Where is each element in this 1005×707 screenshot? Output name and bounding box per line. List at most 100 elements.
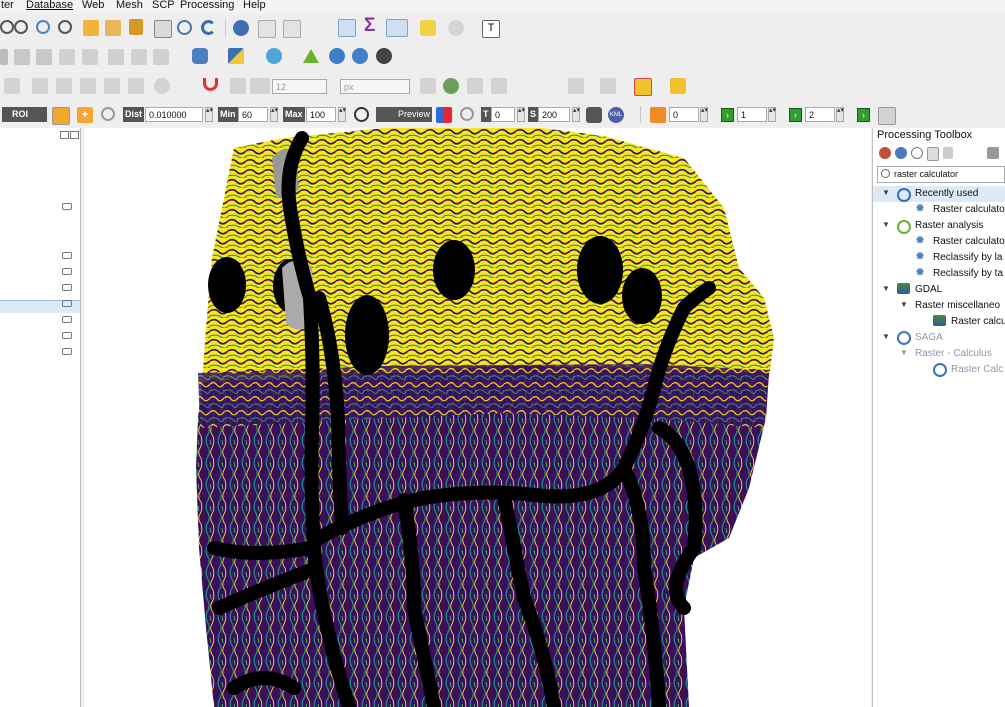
tree-item-raster-miscellaneous[interactable]: Raster miscellaneo bbox=[915, 298, 1000, 314]
zoom-full-icon[interactable] bbox=[58, 20, 72, 34]
band1-spinner[interactable]: ▴▾ bbox=[700, 107, 708, 122]
expand-arrow-icon[interactable]: ▼ bbox=[882, 188, 890, 197]
edit-icon[interactable] bbox=[0, 49, 8, 65]
attribute-table-icon[interactable] bbox=[258, 20, 276, 38]
sum-icon[interactable]: Σ bbox=[364, 15, 375, 37]
redo-icon[interactable] bbox=[153, 49, 169, 65]
move-label-icon[interactable] bbox=[80, 78, 96, 94]
rotate-label-icon[interactable] bbox=[104, 78, 120, 94]
tree-item-saga-raster-calculator[interactable]: Raster Calc bbox=[951, 362, 1003, 378]
measure-icon[interactable] bbox=[386, 19, 408, 37]
tree-item-raster-calculus[interactable]: Raster - Calculus bbox=[915, 346, 992, 362]
tolerance-unit-select[interactable]: px bbox=[340, 79, 410, 94]
s-input[interactable]: 200 bbox=[538, 107, 570, 122]
band3-toggle[interactable]: › bbox=[857, 108, 870, 122]
t-input[interactable]: 0 bbox=[491, 107, 515, 122]
avoid-overlap-icon[interactable] bbox=[491, 78, 507, 94]
preview-grid-icon[interactable] bbox=[436, 107, 452, 123]
paste-icon[interactable] bbox=[108, 49, 124, 65]
settings-dim-icon[interactable] bbox=[448, 20, 464, 36]
feature-color-icon[interactable] bbox=[634, 78, 652, 96]
expand-arrow-icon[interactable]: ▼ bbox=[882, 332, 890, 341]
processing-gear-icon[interactable] bbox=[338, 19, 356, 37]
layer-toggle-7[interactable] bbox=[62, 332, 72, 339]
band1-toggle[interactable]: › bbox=[721, 108, 734, 122]
options-icon[interactable] bbox=[987, 147, 999, 159]
roi-add-icon[interactable]: + bbox=[77, 107, 93, 123]
band2-spinner[interactable]: ▴▾ bbox=[768, 107, 776, 122]
plugin-icon[interactable] bbox=[266, 48, 282, 64]
expand-arrow-icon[interactable]: ▼ bbox=[882, 284, 890, 293]
history-icon[interactable] bbox=[911, 147, 923, 159]
dist-spinner[interactable]: ▴▾ bbox=[205, 107, 213, 122]
menu-mesh[interactable]: Mesh bbox=[116, 0, 143, 11]
layer-toggle-6[interactable] bbox=[62, 316, 72, 323]
delete-icon[interactable] bbox=[36, 49, 52, 65]
tree-item-gdal[interactable]: GDAL bbox=[915, 282, 942, 298]
expand-arrow-icon[interactable]: ▼ bbox=[900, 348, 908, 357]
layer-toggle-3[interactable] bbox=[62, 268, 72, 275]
rotate-icon[interactable] bbox=[154, 78, 170, 94]
menu-database[interactable]: Database bbox=[26, 0, 73, 11]
pin-labels-icon[interactable] bbox=[32, 78, 48, 94]
refresh-icon[interactable] bbox=[201, 20, 216, 35]
preview-redo-icon[interactable] bbox=[460, 107, 474, 121]
edit-features-icon[interactable] bbox=[943, 147, 953, 159]
roi-button[interactable]: ROI bbox=[2, 107, 47, 122]
zoom-preview-icon[interactable] bbox=[354, 107, 369, 122]
tolerance-size-input[interactable]: 12 bbox=[272, 79, 327, 94]
roi-redo-icon[interactable] bbox=[101, 107, 115, 121]
models-icon[interactable] bbox=[879, 147, 891, 159]
zoom-selection-icon[interactable] bbox=[105, 20, 121, 36]
shape-digitize-icon[interactable] bbox=[568, 78, 584, 94]
band3-spinner[interactable]: ▴▾ bbox=[836, 107, 844, 122]
menu-raster[interactable]: ter bbox=[1, 0, 14, 11]
t-spinner[interactable]: ▴▾ bbox=[517, 107, 525, 122]
zoom-in-icon[interactable] bbox=[0, 20, 14, 34]
tree-item-raster-analysis[interactable]: Raster analysis bbox=[915, 218, 983, 234]
dist-input[interactable]: 0.010000 bbox=[145, 107, 203, 122]
zoom-layer-icon[interactable] bbox=[83, 20, 99, 36]
kml-icon[interactable]: KML bbox=[608, 107, 624, 123]
zoom-out-icon[interactable] bbox=[14, 20, 28, 34]
intersection-icon[interactable] bbox=[467, 78, 483, 94]
roi-create-icon[interactable] bbox=[52, 107, 70, 125]
python-icon[interactable] bbox=[228, 48, 244, 64]
layer-toggle-8[interactable] bbox=[62, 348, 72, 355]
band-set-icon[interactable] bbox=[650, 107, 666, 123]
temporal-icon[interactable] bbox=[177, 20, 192, 35]
tree-item-reclassify-table[interactable]: Reclassify by ta bbox=[933, 266, 1003, 282]
layer-toggle-5[interactable] bbox=[62, 300, 72, 307]
min-input[interactable]: 60 bbox=[238, 107, 268, 122]
tree-item-gdal-raster-calculator[interactable]: Raster calcu bbox=[951, 314, 1005, 330]
database-icon[interactable] bbox=[192, 48, 208, 64]
menu-web[interactable]: Web bbox=[82, 0, 104, 11]
band2-input[interactable]: 1 bbox=[737, 107, 767, 122]
snapping-icon[interactable] bbox=[230, 78, 246, 94]
tolerance-icon[interactable] bbox=[250, 78, 270, 94]
database-trash-icon[interactable] bbox=[586, 107, 602, 123]
band-table-icon[interactable] bbox=[878, 107, 896, 125]
statistics-icon[interactable] bbox=[283, 20, 301, 38]
zoom-last-icon[interactable] bbox=[129, 19, 143, 35]
magnet-icon[interactable] bbox=[203, 78, 218, 91]
expand-arrow-icon[interactable]: ▼ bbox=[900, 300, 908, 309]
layer-toggle-2[interactable] bbox=[62, 252, 72, 259]
expand-arrow-icon[interactable]: ▼ bbox=[882, 220, 890, 229]
menu-processing[interactable]: Processing bbox=[180, 0, 234, 11]
tree-item-raster-calculator-recent[interactable]: Raster calculato bbox=[933, 202, 1005, 218]
tree-item-saga[interactable]: SAGA bbox=[915, 330, 943, 346]
results-icon[interactable] bbox=[927, 147, 939, 161]
undo-icon[interactable] bbox=[131, 49, 147, 65]
toolbox-search-input[interactable]: raster calculator bbox=[877, 166, 1005, 183]
globe-search-icon[interactable] bbox=[352, 48, 368, 64]
self-snap-icon[interactable] bbox=[443, 78, 459, 94]
zoom-native-icon[interactable] bbox=[36, 20, 50, 34]
vertex-tool-icon[interactable] bbox=[4, 78, 20, 94]
triangle-icon[interactable] bbox=[303, 49, 319, 63]
save-layer-icon[interactable] bbox=[14, 49, 30, 65]
tree-item-reclassify-layer[interactable]: Reclassify by la bbox=[933, 250, 1002, 266]
show-labels-icon[interactable] bbox=[56, 78, 72, 94]
layer-toggle-4[interactable] bbox=[62, 284, 72, 291]
map-canvas[interactable] bbox=[84, 128, 871, 707]
